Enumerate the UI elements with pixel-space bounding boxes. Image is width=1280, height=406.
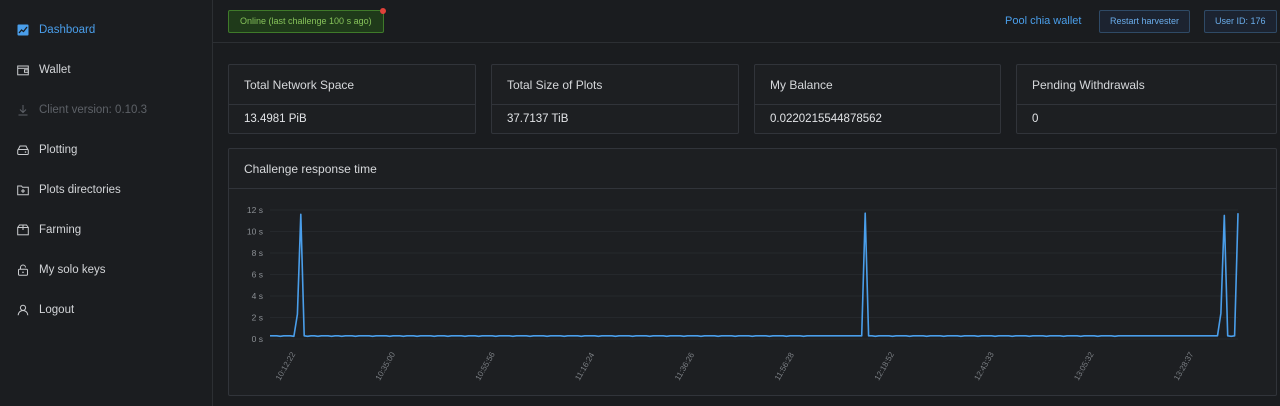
sidebar-item-label: My solo keys <box>39 264 106 276</box>
y-tick-label: 2 s <box>252 313 263 323</box>
sidebar-item-plots-directories[interactable]: Plots directories <box>0 170 212 210</box>
user-icon <box>16 303 30 317</box>
sidebar: Dashboard Wallet Client version: 0.10.3 … <box>0 0 213 406</box>
x-tick-label: 13:28:37 <box>1172 350 1196 382</box>
stat-card-balance: My Balance 0.0220215544878562 <box>754 64 1001 134</box>
folder-plus-icon <box>16 183 30 197</box>
x-tick-label: 12:43:33 <box>972 350 996 382</box>
stat-card-network-space: Total Network Space 13.4981 PiB <box>228 64 476 134</box>
sidebar-item-plotting[interactable]: Plotting <box>0 130 212 170</box>
sidebar-item-label: Plotting <box>39 144 78 156</box>
chart-title: Challenge response time <box>229 149 1276 189</box>
sidebar-item-wallet[interactable]: Wallet <box>0 50 212 90</box>
y-tick-label: 6 s <box>252 270 263 280</box>
x-tick-label: 11:56:28 <box>773 351 796 382</box>
sidebar-item-my-solo-keys[interactable]: My solo keys <box>0 250 212 290</box>
card-value: 0 <box>1032 113 1039 125</box>
user-id-button[interactable]: User ID: 176 <box>1204 10 1277 33</box>
response-time-chart: 0 s 2 s 4 s 6 s 8 s 10 s 12 s 10:12:22 10:35:00 1… <box>247 205 1239 382</box>
x-tick-label: 10:12:22 <box>274 350 298 382</box>
sidebar-item-label: Client version: 0.10.3 <box>39 104 148 116</box>
y-tick-label: 4 s <box>252 291 263 301</box>
stat-card-pending-withdrawals: Pending Withdrawals 0 <box>1016 64 1277 134</box>
card-value: 37.7137 TiB <box>507 113 569 125</box>
sidebar-item-label: Plots directories <box>39 184 121 196</box>
x-tick-label: 12:18:52 <box>873 350 897 382</box>
chart-line-icon <box>16 23 30 37</box>
topbar: Online (last challenge 100 s ago) Pool c… <box>213 0 1280 43</box>
sidebar-item-label: Farming <box>39 224 82 236</box>
y-tick-label: 10 s <box>247 227 263 237</box>
sidebar-item-client-version: Client version: 0.10.3 <box>0 90 212 130</box>
y-tick-label: 8 s <box>252 248 263 258</box>
sidebar-item-label: Logout <box>39 304 75 316</box>
status-text: Online (last challenge 100 s ago) <box>240 16 372 26</box>
sidebar-item-logout[interactable]: Logout <box>0 290 212 330</box>
card-value: 13.4981 PiB <box>244 113 307 125</box>
x-tick-label: 10:55:56 <box>474 350 498 382</box>
y-tick-label: 0 s <box>252 334 263 344</box>
x-tick-label: 11:36:26 <box>673 351 696 382</box>
box-icon <box>16 223 30 237</box>
stat-card-plots-size: Total Size of Plots 37.7137 TiB <box>491 64 739 134</box>
x-tick-label: 10:35:00 <box>374 350 398 382</box>
y-tick-label: 12 s <box>247 205 263 215</box>
sidebar-item-label: Dashboard <box>39 24 96 36</box>
wallet-icon <box>16 63 30 77</box>
restart-harvester-button[interactable]: Restart harvester <box>1099 10 1191 33</box>
x-tick-label: 11:16:24 <box>573 351 596 382</box>
sidebar-item-dashboard[interactable]: Dashboard <box>0 10 212 50</box>
card-value: 0.0220215544878562 <box>770 113 882 125</box>
sidebar-item-farming[interactable]: Farming <box>0 210 212 250</box>
main-content: Online (last challenge 100 s ago) Pool c… <box>213 0 1280 406</box>
download-icon <box>16 103 30 117</box>
card-title: Total Network Space <box>229 65 475 105</box>
hdd-icon <box>16 143 30 157</box>
chart-card: Challenge response time 0 s 2 s 4 s 6 s 8 s 1… <box>228 148 1277 396</box>
card-title: My Balance <box>755 65 1000 105</box>
sidebar-item-label: Wallet <box>39 64 71 76</box>
card-title: Total Size of Plots <box>492 65 738 105</box>
status-badge: Online (last challenge 100 s ago) <box>228 8 386 33</box>
lock-icon <box>16 263 30 277</box>
pool-chia-wallet-link[interactable]: Pool chia wallet <box>1005 15 1081 27</box>
notification-dot-icon <box>379 8 386 14</box>
x-tick-label: 13:05:32 <box>1072 350 1096 382</box>
card-title: Pending Withdrawals <box>1017 65 1276 105</box>
